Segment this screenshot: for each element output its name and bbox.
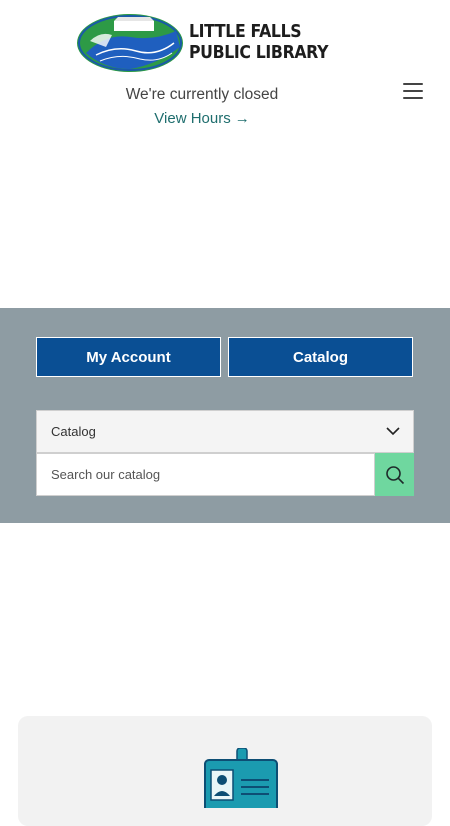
open-status-text: We're currently closed <box>125 86 279 103</box>
search-scope-select[interactable]: Catalog <box>36 410 414 453</box>
library-card-icon <box>204 748 278 808</box>
hamburger-menu-icon[interactable] <box>403 82 425 100</box>
search-scope-value: Catalog <box>51 424 96 439</box>
view-hours-label: View Hours <box>154 110 231 127</box>
arrow-right-icon: → <box>234 110 250 127</box>
library-name-line2: PUBLIC LIBRARY <box>189 43 329 63</box>
feature-card <box>18 716 432 826</box>
chevron-down-icon <box>386 427 400 436</box>
view-hours-link[interactable]: View Hours → <box>0 110 404 127</box>
my-account-button[interactable]: My Account <box>36 337 221 377</box>
search-icon <box>385 465 404 484</box>
waterfall-logo-icon <box>77 14 183 72</box>
search-button[interactable] <box>375 453 414 496</box>
catalog-search-input[interactable] <box>36 453 375 496</box>
library-logo[interactable]: LITTLE FALLS PUBLIC LIBRARY <box>76 13 336 73</box>
library-name: LITTLE FALLS PUBLIC LIBRARY <box>189 22 328 65</box>
library-name-line1: LITTLE FALLS <box>189 21 302 42</box>
catalog-button[interactable]: Catalog <box>228 337 413 377</box>
